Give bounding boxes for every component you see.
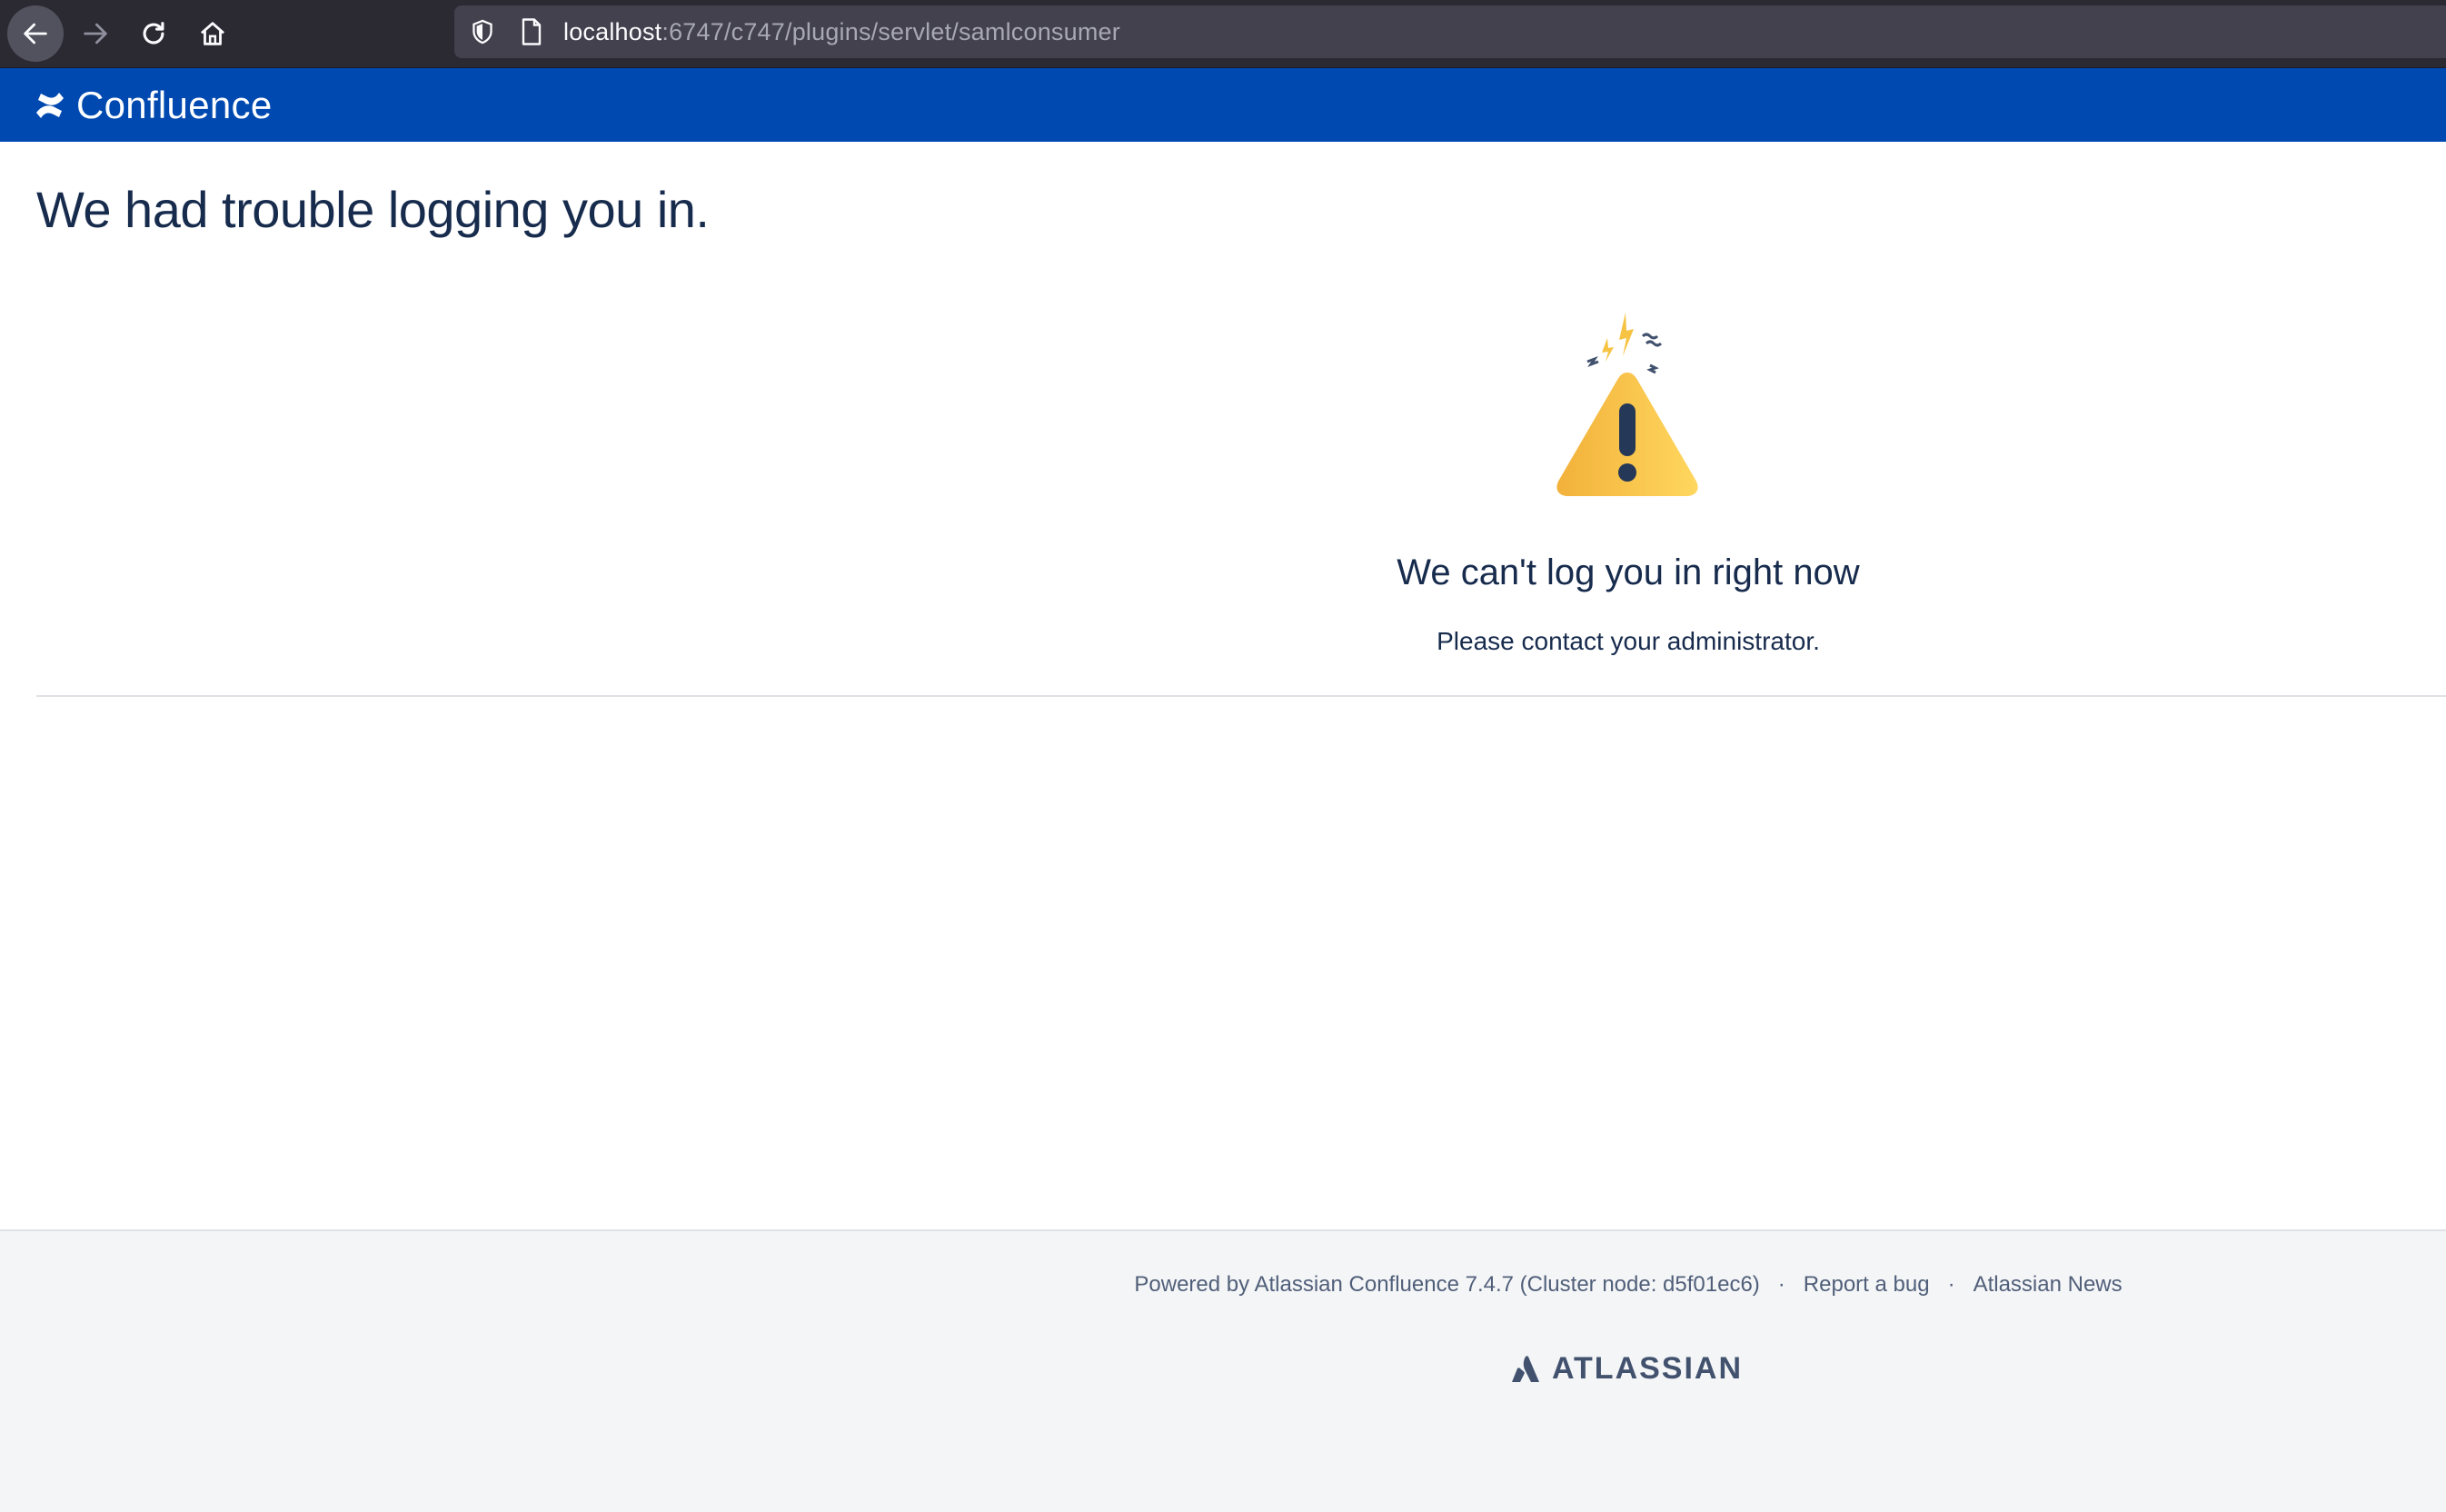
error-heading: We can't log you in right now: [1397, 552, 1860, 592]
page-icon: [518, 16, 545, 47]
back-button[interactable]: [7, 5, 64, 62]
url-text[interactable]: localhost:6747/c747/plugins/servlet/saml…: [563, 18, 1120, 46]
footer-separator: ·: [1947, 1272, 1955, 1297]
atlassian-logo-text: ATLASSIAN: [1552, 1351, 1744, 1386]
arrow-right-icon: [84, 23, 107, 45]
forward-button[interactable]: [67, 5, 124, 62]
url-host: localhost: [563, 17, 662, 45]
report-bug-link[interactable]: Report a bug: [1804, 1272, 1930, 1298]
atlassian-logo-icon: [1512, 1355, 1541, 1384]
home-button[interactable]: [184, 5, 241, 62]
error-message: Please contact your administrator.: [1437, 627, 1820, 655]
warning-triangle-icon: [1545, 309, 1710, 500]
atlassian-news-link[interactable]: Atlassian News: [1974, 1272, 2123, 1298]
url-path: :6747/c747/plugins/servlet/samlconsumer: [661, 17, 1120, 45]
page-title: We had trouble logging you in.: [36, 181, 710, 238]
reload-icon: [143, 22, 164, 45]
content-divider: [36, 695, 2446, 697]
address-bar[interactable]: localhost:6747/c747/plugins/servlet/saml…: [454, 5, 2446, 58]
shield-icon[interactable]: [469, 18, 496, 45]
atlassian-logo[interactable]: ATLASSIAN: [1512, 1351, 1743, 1387]
browser-toolbar: localhost:6747/c747/plugins/servlet/saml…: [0, 0, 2446, 68]
footer-links: Powered by Atlassian Confluence 7.4.7 (C…: [0, 1272, 2446, 1298]
powered-by-link[interactable]: Powered by Atlassian Confluence 7.4.7 (C…: [1134, 1272, 1759, 1298]
home-icon: [201, 22, 224, 45]
arrow-left-icon: [24, 23, 47, 45]
confluence-logo-icon[interactable]: [35, 90, 67, 121]
footer: Powered by Atlassian Confluence 7.4.7 (C…: [0, 1229, 2446, 1512]
app-header: Confluence: [0, 68, 2446, 142]
confluence-logo-text[interactable]: Confluence: [76, 84, 272, 127]
footer-separator: ·: [1777, 1272, 1785, 1297]
reload-button[interactable]: [125, 5, 182, 62]
